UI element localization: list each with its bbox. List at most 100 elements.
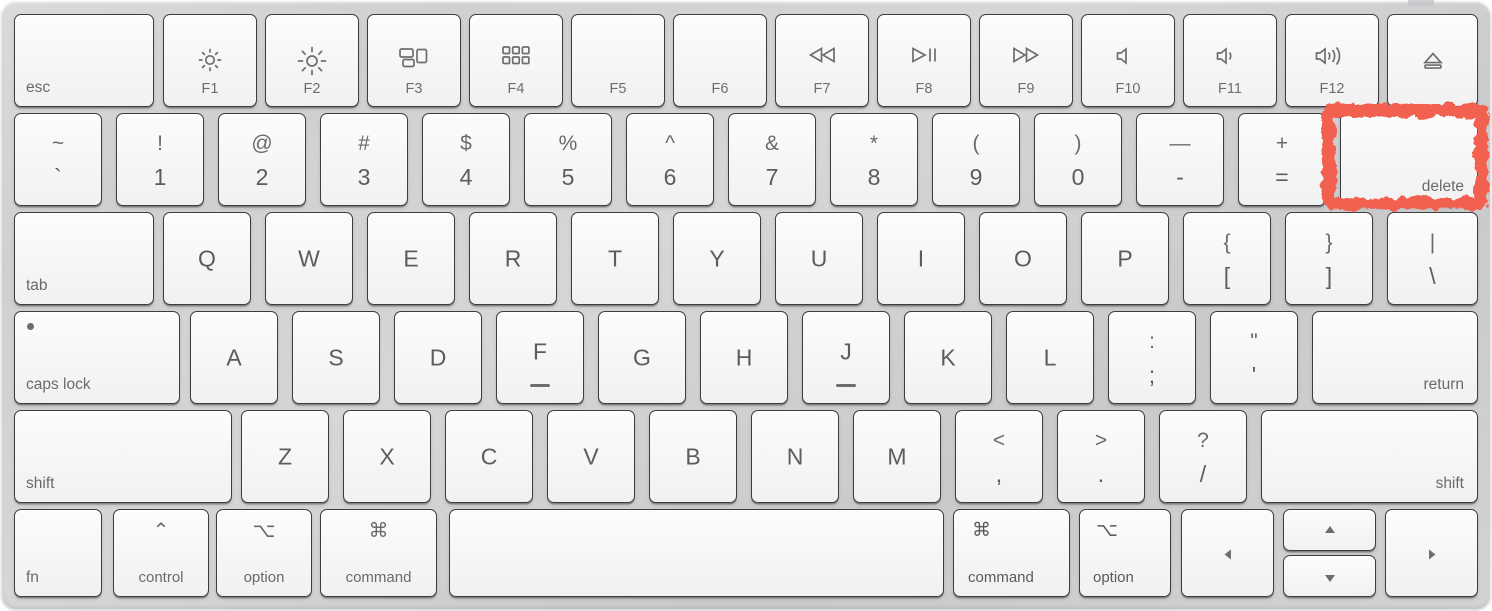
key-arrow-up[interactable] xyxy=(1283,509,1376,551)
key-shift-right[interactable]: shift xyxy=(1261,410,1478,503)
key-minus[interactable]: — - xyxy=(1136,113,1224,206)
key-arrow-left[interactable] xyxy=(1181,509,1274,597)
key-tab[interactable]: tab xyxy=(14,212,154,305)
key-base-legend: 4 xyxy=(459,164,473,190)
key-semicolon[interactable]: : ; xyxy=(1108,311,1196,404)
key-4[interactable]: $ 4 xyxy=(422,113,510,206)
key-f2[interactable]: F2 xyxy=(265,14,359,107)
key-f11[interactable]: F11 xyxy=(1183,14,1277,107)
key-5[interactable]: % 5 xyxy=(524,113,612,206)
key-fn-label: F12 xyxy=(1319,80,1345,97)
key-label: A xyxy=(226,344,242,370)
key-f5[interactable]: F5 xyxy=(571,14,665,107)
key-v[interactable]: V xyxy=(547,410,635,503)
key-1[interactable]: ! 1 xyxy=(116,113,204,206)
key-p[interactable]: P xyxy=(1081,212,1169,305)
key-bracketright[interactable]: } ] xyxy=(1285,212,1373,305)
key-o[interactable]: O xyxy=(979,212,1067,305)
key-w[interactable]: W xyxy=(265,212,353,305)
key-label: return xyxy=(1423,375,1465,393)
key-a[interactable]: A xyxy=(190,311,278,404)
key-f10[interactable]: F10 xyxy=(1081,14,1175,107)
key-comma[interactable]: < , xyxy=(955,410,1043,503)
key-arrow-right[interactable] xyxy=(1385,509,1478,597)
key-0[interactable]: ) 0 xyxy=(1034,113,1122,206)
key-u[interactable]: U xyxy=(775,212,863,305)
key-option-right[interactable]: ⌥ option xyxy=(1079,509,1171,597)
key-label: V xyxy=(583,443,599,469)
key-label: R xyxy=(504,245,522,271)
key-6[interactable]: ^ 6 xyxy=(626,113,714,206)
key-f4[interactable]: F4 xyxy=(469,14,563,107)
key-f[interactable]: F xyxy=(496,311,584,404)
key-base-legend: 1 xyxy=(153,164,167,190)
key-fn-label: F8 xyxy=(915,80,933,97)
key-caps-lock[interactable]: caps lock xyxy=(14,311,180,404)
key-c[interactable]: C xyxy=(445,410,533,503)
key-f9[interactable]: F9 xyxy=(979,14,1073,107)
key-r[interactable]: R xyxy=(469,212,557,305)
key-t[interactable]: T xyxy=(571,212,659,305)
key-arrow-down[interactable] xyxy=(1283,555,1376,597)
arrow-left-icon xyxy=(1182,542,1273,565)
key-f12[interactable]: F12 xyxy=(1285,14,1379,107)
key-return[interactable]: return xyxy=(1312,311,1478,404)
key-backslash[interactable]: | \ xyxy=(1387,212,1478,305)
key-l[interactable]: L xyxy=(1006,311,1094,404)
key-m[interactable]: M xyxy=(853,410,941,503)
key-quote[interactable]: " ' xyxy=(1210,311,1298,404)
key-eject[interactable] xyxy=(1387,14,1478,107)
key-y[interactable]: Y xyxy=(673,212,761,305)
key-g[interactable]: G xyxy=(598,311,686,404)
key-fn-label: F7 xyxy=(813,80,831,97)
key-b[interactable]: B xyxy=(649,410,737,503)
key-shift-legend: ) xyxy=(1074,132,1082,155)
key-h[interactable]: H xyxy=(700,311,788,404)
key-option-left[interactable]: ⌥ option xyxy=(216,509,312,597)
key-f3[interactable]: F3 xyxy=(367,14,461,107)
key-f1[interactable]: F1 xyxy=(163,14,257,107)
key-9[interactable]: ( 9 xyxy=(932,113,1020,206)
key-space[interactable] xyxy=(449,509,944,597)
key-base-legend: / xyxy=(1199,461,1207,487)
key-j[interactable]: J xyxy=(802,311,890,404)
key-e[interactable]: E xyxy=(367,212,455,305)
key-f6[interactable]: F6 xyxy=(673,14,767,107)
key-x[interactable]: X xyxy=(343,410,431,503)
magic-keyboard: esc F1 F2 F3 F4 F5 F6 F7 F8 F9 F10 F11 F… xyxy=(0,0,1492,611)
key-q[interactable]: Q xyxy=(163,212,251,305)
key-slash[interactable]: ? / xyxy=(1159,410,1247,503)
key-8[interactable]: * 8 xyxy=(830,113,918,206)
key-label: C xyxy=(480,443,498,469)
key-label: T xyxy=(607,245,623,271)
key-base-legend: ] xyxy=(1325,263,1333,289)
key-base-legend: \ xyxy=(1429,263,1436,289)
key-equal[interactable]: + = xyxy=(1238,113,1326,206)
key-k[interactable]: K xyxy=(904,311,992,404)
key-fn-label: F11 xyxy=(1218,80,1242,97)
key-shift-left[interactable]: shift xyxy=(14,410,232,503)
key-i[interactable]: I xyxy=(877,212,965,305)
key-z[interactable]: Z xyxy=(241,410,329,503)
key-fn[interactable]: fn xyxy=(14,509,102,597)
key-shift-legend: | xyxy=(1429,231,1436,254)
key-3[interactable]: # 3 xyxy=(320,113,408,206)
key-delete[interactable]: delete xyxy=(1340,113,1478,206)
key-2[interactable]: @ 2 xyxy=(218,113,306,206)
key-d[interactable]: D xyxy=(394,311,482,404)
key-command-right[interactable]: ⌘ command xyxy=(953,509,1070,597)
key-backtick[interactable]: ~ ` xyxy=(14,113,102,206)
key-base-legend: . xyxy=(1097,461,1105,487)
key-control-left[interactable]: ⌃ control xyxy=(113,509,209,597)
key-bracketleft[interactable]: { [ xyxy=(1183,212,1271,305)
key-base-legend: 8 xyxy=(867,164,881,190)
key-7[interactable]: & 7 xyxy=(728,113,816,206)
key-f7[interactable]: F7 xyxy=(775,14,869,107)
key-label: command xyxy=(345,569,412,586)
key-f8[interactable]: F8 xyxy=(877,14,971,107)
key-s[interactable]: S xyxy=(292,311,380,404)
key-command-left[interactable]: ⌘ command xyxy=(320,509,437,597)
key-n[interactable]: N xyxy=(751,410,839,503)
key-period[interactable]: > . xyxy=(1057,410,1145,503)
key-esc[interactable]: esc xyxy=(14,14,154,107)
